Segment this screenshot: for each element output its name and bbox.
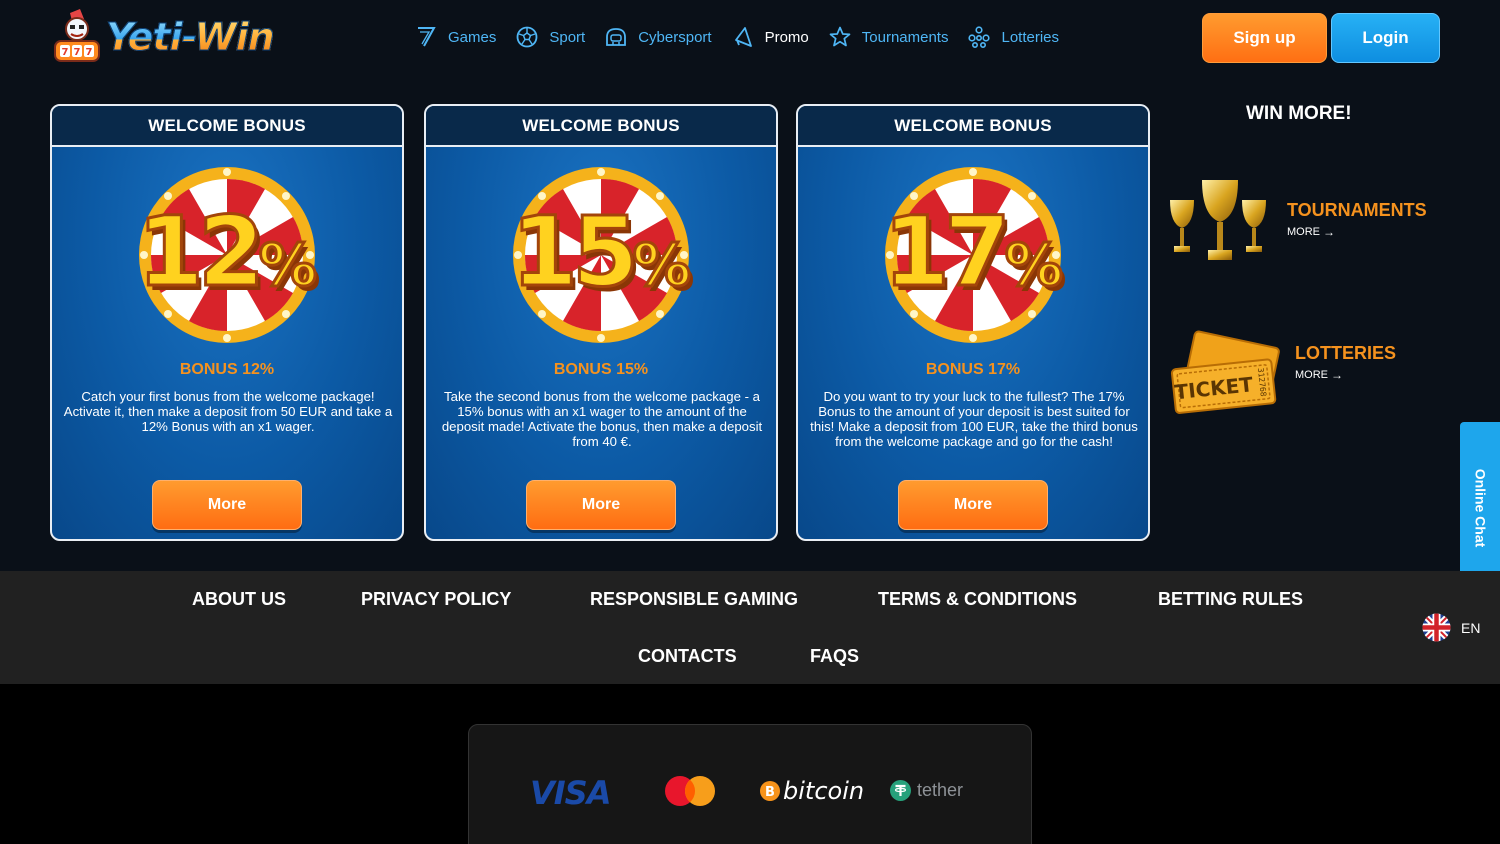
header: 7 7 7 Yeti-Win Games Sport Cybersport Pr… — [0, 0, 1500, 76]
lotteries-text: LOTTERIES MORE → — [1295, 343, 1396, 382]
seven-icon — [418, 27, 436, 47]
bonus-title: BONUS 15% — [553, 361, 649, 378]
star-icon — [829, 26, 851, 47]
bonus-percent: 17% — [798, 203, 1148, 313]
site-logo[interactable]: 7 7 7 Yeti-Win — [50, 8, 276, 66]
nav-item-promo[interactable]: Promo — [731, 25, 809, 49]
arrow-right-icon: → — [1331, 367, 1343, 382]
nav-label-games: Games — [448, 28, 497, 46]
more-label: MORE — [1295, 368, 1328, 381]
tether-icon — [890, 780, 911, 801]
more-button[interactable]: More — [152, 480, 302, 530]
bonus-percent-value: 12 — [136, 196, 267, 308]
bonus-description: Take the second bonus from the welcome p… — [441, 389, 763, 449]
win-more-title: WIN MORE! — [1246, 103, 1352, 124]
logo-text-win: Win — [194, 15, 275, 60]
main-nav: Games Sport Cybersport Promo Tournaments… — [414, 22, 1078, 52]
footer-link-about-us[interactable]: ABOUT US — [192, 589, 286, 610]
nav-label-cybersport: Cybersport — [638, 28, 712, 46]
yeti-mascot-icon: 7 7 7 — [50, 9, 104, 65]
card-header: WELCOME BONUS — [798, 106, 1148, 147]
percent-sign: % — [257, 230, 318, 301]
more-button[interactable]: More — [898, 480, 1048, 530]
page: 7 7 7 Yeti-Win Games Sport Cybersport Pr… — [0, 0, 1500, 844]
lotteries-more: MORE → — [1295, 368, 1396, 382]
online-chat-tab[interactable]: Online Chat — [1460, 422, 1500, 594]
language-code: EN — [1461, 619, 1481, 636]
language-selector[interactable]: EN — [1422, 613, 1480, 642]
bonus-title: BONUS 12% — [179, 361, 275, 378]
nav-label-promo: Promo — [764, 28, 809, 46]
login-button[interactable]: Login — [1331, 13, 1440, 63]
footer-nav: ABOUT US PRIVACY POLICY RESPONSIBLE GAMI… — [0, 571, 1500, 684]
signup-button[interactable]: Sign up — [1202, 13, 1327, 63]
svg-text:B: B — [765, 785, 775, 800]
nav-item-sport[interactable]: Sport — [515, 25, 585, 49]
footer-link-privacy-policy[interactable]: PRIVACY POLICY — [361, 589, 511, 610]
logo-text-yeti: Yeti- — [106, 15, 197, 60]
footer-link-faqs[interactable]: FAQS — [810, 646, 859, 667]
percent-sign: % — [1003, 230, 1064, 301]
bonus-description: Do you want to try your luck to the full… — [810, 389, 1138, 449]
card-header: WELCOME BONUS — [426, 106, 776, 147]
nav-item-cybersport[interactable]: Cybersport — [604, 25, 712, 49]
footer-link-contacts[interactable]: CONTACTS — [638, 646, 737, 667]
lotteries-label: LOTTERIES — [1295, 342, 1397, 363]
nav-item-games[interactable]: Games — [414, 25, 496, 49]
megaphone-icon — [734, 27, 752, 47]
nav-label-lotteries: Lotteries — [1001, 28, 1060, 46]
nav-item-tournaments[interactable]: Tournaments — [828, 25, 949, 49]
logo-text: Yeti-Win — [106, 15, 276, 60]
nav-label-tournaments: Tournaments — [861, 28, 949, 46]
card-header: WELCOME BONUS — [52, 106, 402, 147]
tether-label: tether — [917, 780, 964, 800]
bonus-card-17: WELCOME BONUS 17% BONUS 17% Do you want … — [796, 104, 1150, 541]
tournaments-more: MORE → — [1287, 225, 1427, 239]
visa-logo: VISA — [530, 774, 611, 812]
bitcoin-icon: B — [760, 781, 780, 801]
tournaments-text: TOURNAMENTS MORE → — [1287, 200, 1427, 239]
bitcoin-logo: B bitcoin — [760, 777, 864, 805]
more-button[interactable]: More — [526, 480, 676, 530]
lotteries-link[interactable]: TICKET 312768 LOTTERIES MORE → — [1170, 330, 1396, 420]
more-label: MORE — [1287, 225, 1320, 238]
soccer-ball-icon — [516, 26, 538, 48]
svg-text:7: 7 — [74, 47, 81, 58]
tether-logo: tether — [890, 780, 963, 801]
tickets-icon: TICKET 312768 — [1170, 330, 1280, 414]
online-chat-label: Online Chat — [1472, 468, 1488, 548]
mastercard-icon — [665, 776, 715, 806]
uk-flag-icon — [1422, 613, 1451, 642]
tournaments-label: TOURNAMENTS — [1287, 199, 1427, 220]
molecule-icon — [968, 26, 991, 48]
bonus-title: BONUS 17% — [925, 361, 1021, 378]
bonus-card-12: WELCOME BONUS 12% BONUS 12% Catch your f… — [50, 104, 404, 541]
bonus-percent: 12% — [52, 203, 402, 313]
bonus-percent-value: 15 — [510, 196, 641, 308]
nav-item-lotteries[interactable]: Lotteries — [967, 25, 1059, 49]
svg-text:7: 7 — [62, 47, 69, 58]
footer-link-responsible-gaming[interactable]: RESPONSIBLE GAMING — [590, 589, 798, 610]
footer-link-terms-conditions[interactable]: TERMS & CONDITIONS — [878, 589, 1077, 610]
footer-link-betting-rules[interactable]: BETTING RULES — [1158, 589, 1303, 610]
svg-text:7: 7 — [86, 47, 93, 58]
trophies-icon — [1170, 180, 1266, 260]
bonus-percent: 15% — [426, 203, 776, 313]
bonus-description: Catch your first bonus from the welcome … — [63, 389, 393, 434]
percent-sign: % — [631, 230, 692, 301]
bonus-percent-value: 17 — [882, 196, 1013, 308]
arrow-right-icon: → — [1323, 224, 1335, 239]
tournaments-link[interactable]: TOURNAMENTS MORE → — [1166, 176, 1427, 268]
bonus-card-15: WELCOME BONUS 15% BONUS 15% Take the sec… — [424, 104, 778, 541]
nav-label-sport: Sport — [549, 28, 586, 46]
bitcoin-label: bitcoin — [783, 777, 865, 805]
gamepad-helmet-icon — [606, 28, 627, 46]
